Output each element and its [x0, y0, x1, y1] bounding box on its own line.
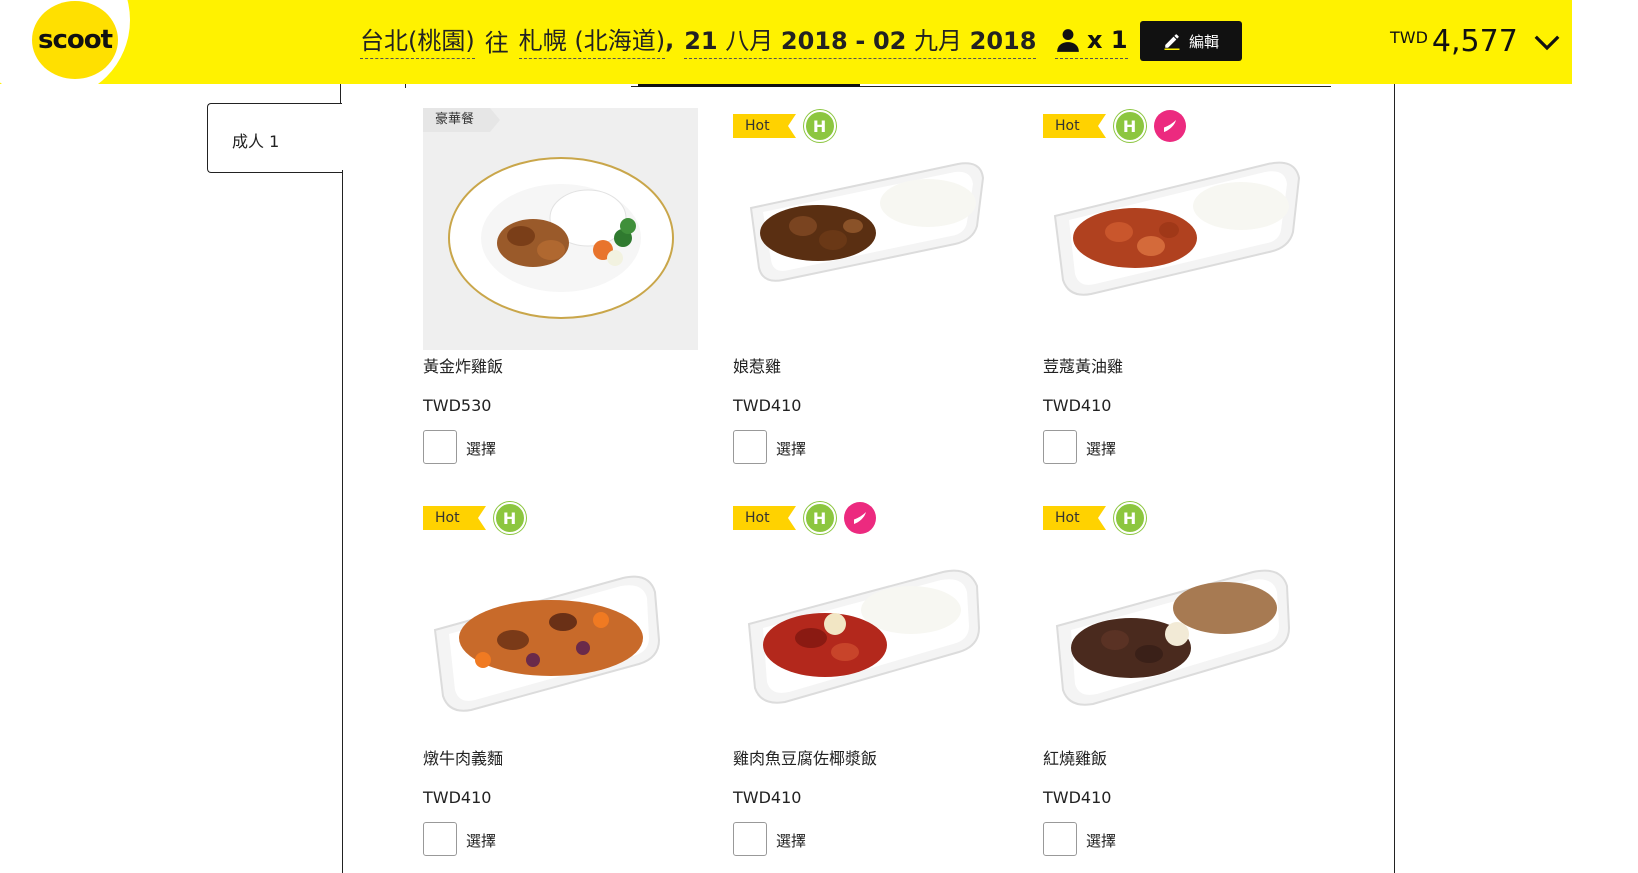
meal-select-label[interactable]: 選擇	[466, 830, 496, 851]
meal-name: 黃金炸雞飯	[423, 357, 504, 376]
chili-glyph	[853, 512, 866, 524]
meal-badges: Hot H	[1043, 110, 1186, 142]
chili-glyph	[1163, 120, 1176, 132]
return-month: 九月	[914, 27, 962, 55]
meal-badges: Hot H	[423, 502, 526, 534]
passenger-count[interactable]: x 1	[1055, 22, 1128, 59]
hot-badge-label: Hot	[733, 114, 782, 138]
meal-image	[733, 108, 1008, 350]
meal-name: 雞肉魚豆腐佐椰漿飯	[733, 749, 878, 768]
divider	[340, 84, 341, 104]
route-to-word: 往	[484, 28, 509, 57]
meal-price: TWD410	[1043, 788, 1112, 807]
edit-label: 編輯	[1188, 32, 1219, 51]
return-day: 02	[872, 27, 907, 55]
segment-tab-active-indicator[interactable]	[638, 84, 860, 87]
edit-search-button[interactable]: 編輯	[1140, 21, 1242, 61]
meal-image	[1043, 500, 1318, 742]
return-year: 2018	[969, 27, 1037, 55]
meal-badges: Hot H	[1043, 502, 1146, 534]
hot-badge-label: Hot	[423, 506, 472, 530]
tag-notch-icon	[471, 506, 486, 530]
tag-notch-icon	[781, 114, 796, 138]
meal-select-checkbox[interactable]	[423, 430, 457, 464]
depart-day: 21	[684, 27, 718, 55]
meal-card[interactable]: Hot H 燉牛肉義麵 TWD410 選擇	[423, 500, 698, 860]
halal-icon: H	[803, 110, 836, 142]
logo-area: scoot	[0, 0, 140, 84]
pencil-icon	[1164, 34, 1180, 50]
meal-card[interactable]: Hot H 紅燒雞飯 TWD410 選擇	[1043, 500, 1318, 860]
passenger-tab-adult-1[interactable]: 成人 1	[207, 103, 342, 173]
meal-name: 娘惹雞	[733, 357, 782, 376]
meal-select-label[interactable]: 選擇	[776, 830, 806, 851]
route-comma: ,	[665, 26, 675, 54]
total-currency: TWD	[1390, 28, 1428, 47]
meal-select-label[interactable]: 選擇	[466, 438, 496, 459]
meal-price: TWD410	[423, 788, 492, 807]
halal-icon: H	[1113, 502, 1146, 534]
booking-header: scoot 台北(桃園) 往 札幌 (北海道) , 21 八月 2018 - 0…	[0, 0, 1572, 84]
meal-card[interactable]: Hot H 娘惹雞 TWD410 選擇	[733, 108, 1008, 468]
hot-badge: Hot	[1043, 114, 1106, 138]
fare-total[interactable]: TWD 4,577	[1390, 24, 1562, 59]
hot-badge: Hot	[733, 506, 796, 530]
hot-badge: Hot	[1043, 506, 1106, 530]
divider	[1394, 84, 1395, 873]
premium-badge: 豪華餐	[423, 108, 501, 132]
meal-select-checkbox[interactable]	[423, 822, 457, 856]
origin-city[interactable]: 台北(桃園)	[360, 21, 475, 59]
meal-select-checkbox[interactable]	[1043, 822, 1077, 856]
tag-notch-icon	[1091, 114, 1106, 138]
halal-icon: H	[493, 502, 526, 534]
meal-select-label[interactable]: 選擇	[1086, 830, 1116, 851]
meal-price: TWD410	[733, 788, 802, 807]
meal-price: TWD410	[1043, 396, 1112, 415]
meal-image	[733, 500, 1008, 742]
tag-notch-icon	[781, 506, 796, 530]
travel-dates[interactable]: 21 八月 2018 - 02 九月 2018	[684, 21, 1037, 59]
date-dash: -	[855, 27, 866, 55]
meal-card[interactable]: 豪華餐 黃金炸雞飯 TWD530 選擇	[423, 108, 698, 468]
logo-text: scoot	[37, 25, 113, 55]
halal-icon: H	[1113, 110, 1146, 142]
hot-badge: Hot	[423, 506, 486, 530]
tag-notch-icon	[1091, 506, 1106, 530]
passenger-count-text: x 1	[1087, 26, 1128, 54]
meal-name: 燉牛肉義麵	[423, 749, 504, 768]
meal-select-checkbox[interactable]	[1043, 430, 1077, 464]
passenger-tab-label: 成人 1	[232, 132, 280, 151]
hot-badge: Hot	[733, 114, 796, 138]
meal-image	[1043, 108, 1318, 350]
meal-price: TWD410	[733, 396, 802, 415]
meal-image	[423, 108, 698, 350]
meal-badges: Hot H	[733, 110, 836, 142]
meal-image	[423, 500, 698, 742]
depart-month: 八月	[725, 27, 774, 55]
meal-select-checkbox[interactable]	[733, 822, 767, 856]
route-summary[interactable]: 台北(桃園) 往 札幌 (北海道) , 21 八月 2018 - 02 九月 2…	[360, 21, 1037, 59]
depart-year: 2018	[780, 27, 848, 55]
chili-icon	[843, 502, 876, 534]
hot-badge-label: Hot	[1043, 506, 1092, 530]
divider	[342, 170, 343, 873]
hot-badge-label: Hot	[1043, 114, 1092, 138]
meal-select-label[interactable]: 選擇	[776, 438, 806, 459]
meal-badges: Hot H	[733, 502, 876, 534]
meal-name: 荳蔻黃油雞	[1043, 357, 1124, 376]
meal-name: 紅燒雞飯	[1043, 749, 1108, 768]
chili-icon	[1153, 110, 1186, 142]
scoot-logo[interactable]: scoot	[32, 1, 118, 79]
meal-select-label[interactable]: 選擇	[1086, 438, 1116, 459]
destination-city[interactable]: 札幌 (北海道)	[518, 21, 666, 59]
meal-select-checkbox[interactable]	[733, 430, 767, 464]
meal-card[interactable]: Hot H 雞肉魚豆腐佐椰漿飯 TWD410 選擇	[733, 500, 1008, 860]
chevron-down-icon[interactable]	[1532, 28, 1562, 58]
meal-card[interactable]: Hot H 荳蔻黃油雞 TWD410 選擇	[1043, 108, 1318, 468]
meal-price: TWD530	[423, 396, 492, 415]
person-icon	[1057, 29, 1079, 52]
total-amount: 4,577	[1431, 24, 1518, 59]
hot-badge-label: Hot	[733, 506, 782, 530]
halal-icon: H	[803, 502, 836, 534]
